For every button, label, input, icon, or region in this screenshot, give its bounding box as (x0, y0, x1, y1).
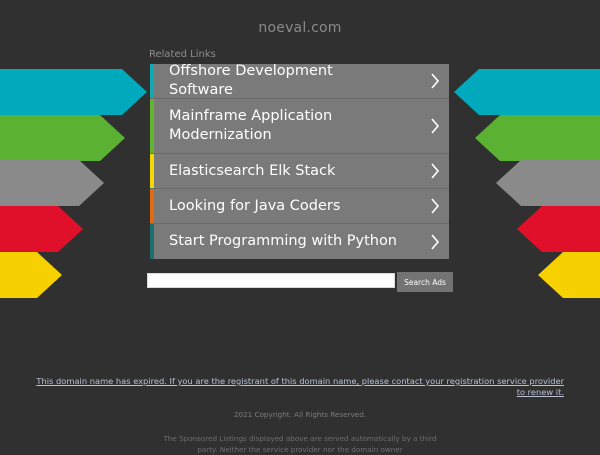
search-ads-button[interactable]: Search Ads (397, 272, 453, 292)
related-link-offshore-development-software[interactable]: Offshore Development Software (150, 63, 449, 99)
link-accent-bar (150, 64, 154, 98)
chevron-right-icon (431, 118, 440, 134)
chevron-right-icon (431, 198, 440, 214)
link-accent-bar (150, 189, 154, 223)
related-links-list: Offshore Development Software Mainframe … (150, 63, 449, 259)
gray-arrow-left-decoration (0, 160, 104, 206)
link-label: Start Programming with Python (169, 233, 397, 249)
green-arrow-right-decoration (475, 115, 600, 161)
link-accent-bar (150, 224, 154, 259)
related-link-elasticsearch-elk-stack[interactable]: Elasticsearch Elk Stack (150, 154, 449, 189)
link-accent-bar (150, 99, 154, 153)
link-label: Mainframe Application Modernization (169, 108, 333, 143)
sponsored-listings-disclaimer: The Sponsored Listings displayed above a… (163, 434, 437, 454)
yellow-arrow-left-decoration (0, 252, 62, 298)
red-arrow-right-decoration (517, 206, 600, 252)
copyright-text: 2021 Copyright. All Rights Reserved. (233, 410, 367, 419)
teal-arrow-right-decoration (454, 69, 600, 115)
domain-title: noeval.com (258, 20, 342, 36)
link-label: Offshore Development Software (169, 63, 333, 98)
yellow-arrow-right-decoration (538, 252, 600, 298)
chevron-right-icon (431, 163, 440, 179)
related-link-looking-for-java-coders[interactable]: Looking for Java Coders (150, 189, 449, 224)
chevron-right-icon (431, 233, 440, 250)
related-link-start-programming-with-python[interactable]: Start Programming with Python (150, 224, 449, 259)
search-bar: Search Ads (147, 272, 453, 292)
related-links-label: Related Links (149, 49, 216, 60)
link-label: Elasticsearch Elk Stack (169, 162, 336, 179)
related-link-mainframe-application-modernization[interactable]: Mainframe Application Modernization (150, 99, 449, 154)
green-arrow-left-decoration (0, 115, 125, 161)
teal-arrow-left-decoration (0, 69, 147, 115)
domain-expired-notice-link[interactable]: This domain name has expired. If you are… (36, 376, 564, 397)
search-input[interactable] (147, 273, 395, 288)
link-accent-bar (150, 154, 154, 188)
gray-arrow-right-decoration (496, 160, 600, 206)
chevron-right-icon (431, 73, 440, 89)
red-arrow-left-decoration (0, 206, 83, 252)
link-label: Looking for Java Coders (169, 197, 341, 214)
